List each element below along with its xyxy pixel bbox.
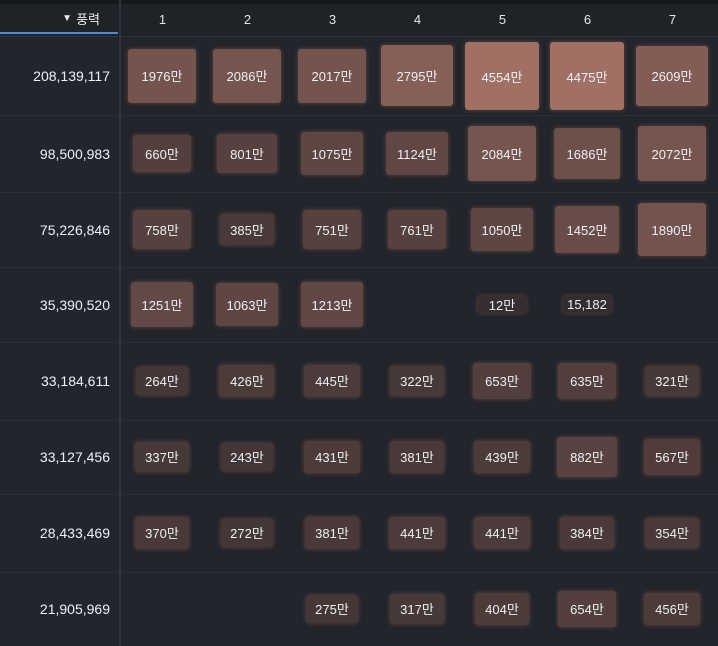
column-header-1[interactable]: 1: [120, 4, 205, 34]
heatmap-cell[interactable]: 882만: [557, 436, 617, 478]
heatmap-cell[interactable]: 635만: [558, 362, 616, 400]
triangle-down-icon: ▼: [62, 12, 73, 24]
column-header-4[interactable]: 4: [375, 4, 460, 34]
heatmap-cell[interactable]: 1976만: [128, 49, 196, 103]
column-header-3[interactable]: 3: [290, 4, 375, 34]
table-row: 33,127,456 337만 243만 431만 381만 439만 882만 567만: [0, 420, 718, 495]
heatmap-cell[interactable]: 431만: [304, 440, 360, 474]
heatmap-cell[interactable]: 1063만: [216, 283, 278, 326]
heatmap-cell[interactable]: 317만: [390, 594, 444, 624]
row-label[interactable]: 75,226,846: [0, 192, 110, 267]
heatmap-cell[interactable]: 337만: [135, 441, 189, 473]
column-header-5[interactable]: 5: [460, 4, 545, 34]
table-row: 75,226,846 758만 385만 751만 761만 1050만 1452만 1890…: [0, 192, 718, 268]
heatmap-cell[interactable]: 761만: [387, 210, 447, 249]
heatmap-cell[interactable]: 1686만: [554, 128, 620, 179]
row-label[interactable]: 33,184,611: [0, 342, 110, 420]
heatmap-cell[interactable]: 2609만: [636, 46, 708, 106]
heatmap-cell[interactable]: 2072만: [637, 126, 707, 181]
row-label[interactable]: 33,127,456: [0, 420, 110, 494]
heatmap-cell[interactable]: 2084만: [467, 126, 537, 181]
row-label[interactable]: 208,139,117: [0, 37, 110, 115]
heatmap-cell[interactable]: 426만: [219, 364, 275, 398]
heatmap-cell[interactable]: 441만: [389, 516, 445, 550]
heatmap-cell[interactable]: 384만: [559, 517, 615, 549]
row-label[interactable]: 35,390,520: [0, 267, 110, 342]
row-label[interactable]: 28,433,469: [0, 494, 110, 572]
heatmap-cell[interactable]: 272만: [220, 518, 274, 548]
heatmap-cell[interactable]: 654만: [558, 590, 616, 628]
table-row: 33,184,611 264만 426만 445만 322만 653만 635만 321만: [0, 342, 718, 421]
heatmap-cell[interactable]: 660만: [133, 135, 191, 172]
table-row: 208,139,117 1976만 2086만 2017만 2795만 4554만 4475…: [0, 37, 718, 116]
heatmap-cell[interactable]: 2795만: [380, 45, 454, 107]
table-row: 98,500,983 660만 801만 1075만 1124만 2084만 1686만 20…: [0, 115, 718, 193]
column-header-6[interactable]: 6: [545, 4, 630, 34]
heatmap-cell[interactable]: 4475만: [550, 42, 624, 110]
table-row: 28,433,469 370만 272만 381만 441만 441만 384만 354만: [0, 494, 718, 573]
table-row: 21,905,969 275만 317만 404만 654만 456만: [0, 572, 718, 646]
heatmap-cell[interactable]: 381만: [389, 441, 445, 473]
heatmap-cell[interactable]: 354만: [644, 517, 699, 549]
heatmap-cell[interactable]: 439만: [474, 440, 530, 474]
heatmap-cell[interactable]: 1075만: [301, 131, 363, 176]
heatmap-cell[interactable]: 2017만: [298, 49, 366, 103]
column-header-2[interactable]: 2: [205, 4, 290, 34]
heatmap-cell[interactable]: 381만: [304, 517, 360, 549]
header-row: ▼ 풍력 1234567: [0, 4, 718, 37]
heatmap-cell[interactable]: 385만: [219, 213, 275, 246]
heatmap-cell[interactable]: 1213만: [300, 282, 364, 327]
heatmap-cell[interactable]: 1452만: [554, 205, 620, 254]
heatmap-cell[interactable]: 1050만: [471, 208, 533, 251]
heatmap-cell[interactable]: 264만: [135, 366, 189, 396]
heatmap-cell[interactable]: 1890만: [638, 203, 706, 256]
heatmap-cell[interactable]: 801만: [217, 133, 277, 174]
heatmap-cell[interactable]: 321만: [645, 366, 699, 396]
heatmap-cell[interactable]: 445만: [304, 364, 360, 398]
row-label[interactable]: 98,500,983: [0, 115, 110, 192]
sort-column-header[interactable]: ▼ 풍력: [0, 4, 118, 34]
heatmap-cell[interactable]: 322만: [390, 366, 444, 396]
heatmap-cell[interactable]: 15,182: [563, 296, 611, 313]
heatmap-cell[interactable]: 275만: [305, 594, 359, 624]
heatmap-cell[interactable]: 441만: [474, 516, 530, 550]
heatmap-cell[interactable]: 751만: [302, 210, 362, 249]
heatmap-cell[interactable]: 1251만: [130, 281, 194, 328]
column-header-7[interactable]: 7: [630, 4, 715, 34]
heatmap-cell[interactable]: 4554만: [465, 42, 539, 110]
table-row: 35,390,520 1251만 1063만 1213만 12만 15,182: [0, 267, 718, 343]
heatmap-cell[interactable]: 456만: [644, 592, 700, 626]
row-label[interactable]: 21,905,969: [0, 572, 110, 646]
heatmap-cell[interactable]: 2086만: [212, 48, 282, 104]
sort-column-label: 풍력: [76, 11, 100, 27]
heatmap-cell[interactable]: 1124만: [386, 131, 448, 176]
heatmap-cell[interactable]: 12만: [478, 295, 526, 314]
heatmap-cell[interactable]: 404만: [474, 593, 530, 625]
heatmap-cell[interactable]: 567만: [643, 439, 701, 475]
heatmap-cell[interactable]: 370만: [134, 517, 190, 549]
heatmap-cell[interactable]: 758만: [132, 210, 192, 249]
heatmap-grid: ▼ 풍력 1234567 208,139,117 1976만 2086만 2017만 2…: [0, 0, 718, 646]
heatmap-cell[interactable]: 653만: [473, 362, 531, 400]
heatmap-cell[interactable]: 243만: [220, 443, 274, 471]
